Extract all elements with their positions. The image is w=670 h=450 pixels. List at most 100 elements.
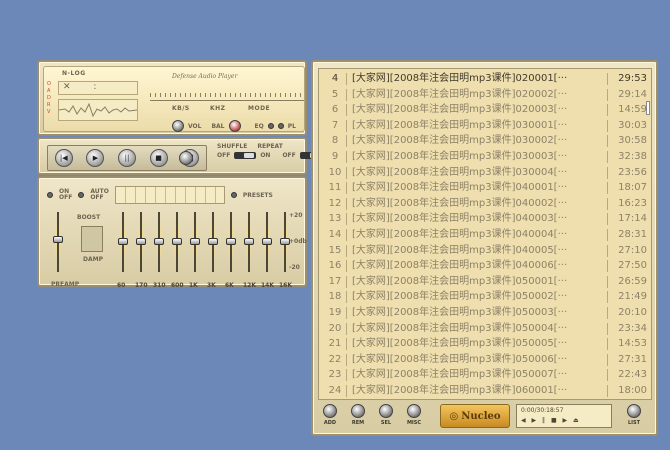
track-number: 4: [331, 73, 339, 84]
track-duration: 23:34: [618, 322, 647, 334]
boost-damp-knob[interactable]: [81, 226, 103, 252]
volume-label: VOL: [188, 122, 202, 130]
playlist-scrollbar[interactable]: [646, 71, 650, 397]
playlist-row[interactable]: 21 [大家网][2008年注会田明mp3课件]050005[··· 14:53: [319, 336, 647, 352]
eq-band-slider[interactable]: [190, 212, 200, 272]
presets-led-icon[interactable]: [230, 192, 237, 198]
playlist-row[interactable]: 19 [大家网][2008年注会田明mp3课件]050003[··· 20:10: [319, 305, 647, 321]
playlist-row[interactable]: 7 [大家网][2008年注会田明mp3课件]030001[··· 30:03: [319, 118, 647, 134]
transport-bar: |◀ ▶ || ■ ▶| SHUFFLE REPEAT OFF ON OFF O…: [37, 137, 349, 175]
mini-transport-icons[interactable]: ◀ ▶ ‖ ■ ▶ ⏏: [521, 417, 607, 424]
playlist-row[interactable]: 11 [大家网][2008年注会田明mp3课件]040001[··· 18:07: [319, 180, 647, 196]
track-duration: 27:50: [618, 260, 647, 272]
playlist-row[interactable]: 9 [大家网][2008年注会田明mp3课件]030003[··· 32:38: [319, 149, 647, 165]
track-title: [大家网][2008年注会田明mp3课件]020002[···: [352, 88, 568, 100]
previous-button[interactable]: |◀: [54, 149, 73, 167]
remove-button[interactable]: REM: [346, 404, 370, 426]
stop-button[interactable]: ■: [149, 149, 168, 167]
select-button[interactable]: SEL: [374, 404, 398, 426]
playlist-row[interactable]: 8 [大家网][2008年注会田明mp3课件]030002[··· 30:58: [319, 133, 647, 149]
playlist-row[interactable]: 4 [大家网][2008年注会田明mp3课件]020001[··· 29:53: [319, 71, 647, 87]
db-top-label: +20: [289, 212, 303, 219]
track-number: 23: [328, 369, 342, 381]
playlist-row[interactable]: 6 [大家网][2008年注会田明mp3课件]020003[··· 14:59: [319, 102, 647, 118]
equalizer-window: ON OFF AUTO OFF PRESETS BOOST DAMP +20 +…: [37, 176, 307, 289]
track-number: 21: [328, 338, 342, 350]
main-display: N-LOG OADRV ✕ : Defense Audio Player KB/…: [43, 66, 305, 132]
track-title: [大家网][2008年注会田明mp3课件]030003[···: [352, 151, 568, 162]
eq-band-slider[interactable]: [208, 212, 218, 272]
pl-led-icon[interactable]: [277, 123, 284, 129]
add-button[interactable]: ADD: [318, 404, 342, 426]
playlist-row[interactable]: 24 [大家网][2008年注会田明mp3课件]060001[··· 18:00: [319, 383, 647, 399]
track-number: 9: [331, 151, 339, 162]
sel-label: SEL: [380, 420, 392, 426]
eq-band-slider[interactable]: [172, 212, 182, 272]
add-label: ADD: [323, 420, 337, 426]
track-number: 8: [331, 135, 339, 147]
pl-toggle-label[interactable]: PL: [288, 123, 296, 130]
eq-band-slider[interactable]: [136, 212, 146, 272]
playlist-row[interactable]: 5 [大家网][2008年注会田明mp3课件]020002[··· 29:14: [319, 87, 647, 103]
list-button[interactable]: LIST: [622, 404, 646, 426]
preamp-slider[interactable]: [53, 212, 63, 272]
playlist-list[interactable]: 4 [大家网][2008年注会田明mp3课件]020001[··· 29:53 5 [大…: [318, 68, 652, 400]
eq-on-led-icon[interactable]: [47, 192, 53, 198]
volume-knob[interactable]: [172, 120, 184, 132]
track-duration: 30:58: [618, 135, 647, 147]
eq-band-slider[interactable]: [262, 212, 272, 272]
track-number: 20: [328, 322, 342, 334]
eq-band-slider[interactable]: [154, 212, 164, 272]
eject-knob[interactable]: [179, 151, 193, 165]
track-duration: 29:14: [618, 88, 647, 100]
eq-on-off-label: ON OFF: [59, 188, 73, 201]
shuffle-on-label: ON: [260, 152, 271, 159]
pause-button[interactable]: ||: [117, 149, 136, 167]
track-number: 24: [328, 385, 342, 396]
track-title: [大家网][2008年注会田明mp3课件]020003[···: [352, 104, 568, 116]
eq-band-slider[interactable]: [118, 212, 128, 272]
seek-bar[interactable]: [150, 93, 304, 101]
playlist-row[interactable]: 15 [大家网][2008年注会田明mp3课件]040005[··· 27:10: [319, 243, 647, 259]
play-button[interactable]: ▶: [86, 149, 105, 167]
track-title: [大家网][2008年注会田明mp3课件]030002[···: [352, 135, 568, 147]
nlog-label: N-LOG: [62, 70, 86, 77]
track-title: [大家网][2008年注会田明mp3课件]050004[···: [352, 322, 568, 334]
track-title: [大家网][2008年注会田明mp3课件]060001[···: [352, 385, 568, 396]
balance-knob[interactable]: [228, 120, 241, 132]
track-title: [大家网][2008年注会田明mp3课件]040003[···: [352, 213, 568, 225]
playlist-row[interactable]: 14 [大家网][2008年注会田明mp3课件]040004[··· 28:31: [319, 227, 647, 243]
playlist-row[interactable]: 16 [大家网][2008年注会田明mp3课件]040006[··· 27:50: [319, 258, 647, 274]
misc-button[interactable]: MISC: [402, 404, 426, 426]
eq-band-slider[interactable]: [244, 212, 254, 272]
playlist-row[interactable]: 17 [大家网][2008年注会田明mp3课件]050001[··· 26:59: [319, 274, 647, 290]
boost-label: BOOST: [77, 214, 101, 221]
playlist-row[interactable]: 12 [大家网][2008年注会田明mp3课件]040002[··· 16:23: [319, 196, 647, 212]
track-duration: 14:53: [618, 338, 647, 350]
shuffle-switch[interactable]: [234, 152, 257, 159]
playlist-row[interactable]: 10 [大家网][2008年注会田明mp3课件]030004[··· 23:56: [319, 165, 647, 181]
eq-led-icon[interactable]: [267, 123, 274, 129]
eq-band-label: 16K: [279, 282, 292, 289]
list-label: LIST: [627, 420, 641, 426]
misc-label: MISC: [406, 420, 422, 426]
playlist-row[interactable]: 22 [大家网][2008年注会田明mp3课件]050006[··· 27:31: [319, 352, 647, 368]
playlist-row[interactable]: 20 [大家网][2008年注会田明mp3课件]050004[··· 23:34: [319, 321, 647, 337]
eq-band-label: 600: [171, 282, 184, 289]
presets-button[interactable]: PRESETS: [243, 192, 273, 199]
eq-band-label: 14K: [261, 282, 274, 289]
playlist-row[interactable]: 23 [大家网][2008年注会田明mp3课件]050007[··· 22:43: [319, 367, 647, 383]
playlist-row[interactable]: 13 [大家网][2008年注会田明mp3课件]040003[··· 17:14: [319, 211, 647, 227]
track-title: [大家网][2008年注会田明mp3课件]050002[···: [352, 291, 568, 303]
db-mid-label: +0db: [289, 238, 307, 245]
playlist-toolbar: ADD REM SEL MISC ◎ Nucleo 0:00/30:18:57 ◀…: [318, 404, 652, 432]
track-duration: 27:10: [618, 244, 647, 256]
eq-band-slider[interactable]: [226, 212, 236, 272]
eq-auto-led-icon[interactable]: [78, 192, 85, 198]
track-number: 13: [328, 213, 342, 225]
track-number: 17: [328, 275, 342, 287]
eq-toggle-label[interactable]: EQ: [255, 123, 264, 130]
shuffle-off-label: OFF: [217, 152, 231, 159]
playlist-row[interactable]: 18 [大家网][2008年注会田明mp3课件]050002[··· 21:49: [319, 289, 647, 305]
playlist-total-time: 0:00/30:18:57: [521, 407, 564, 414]
